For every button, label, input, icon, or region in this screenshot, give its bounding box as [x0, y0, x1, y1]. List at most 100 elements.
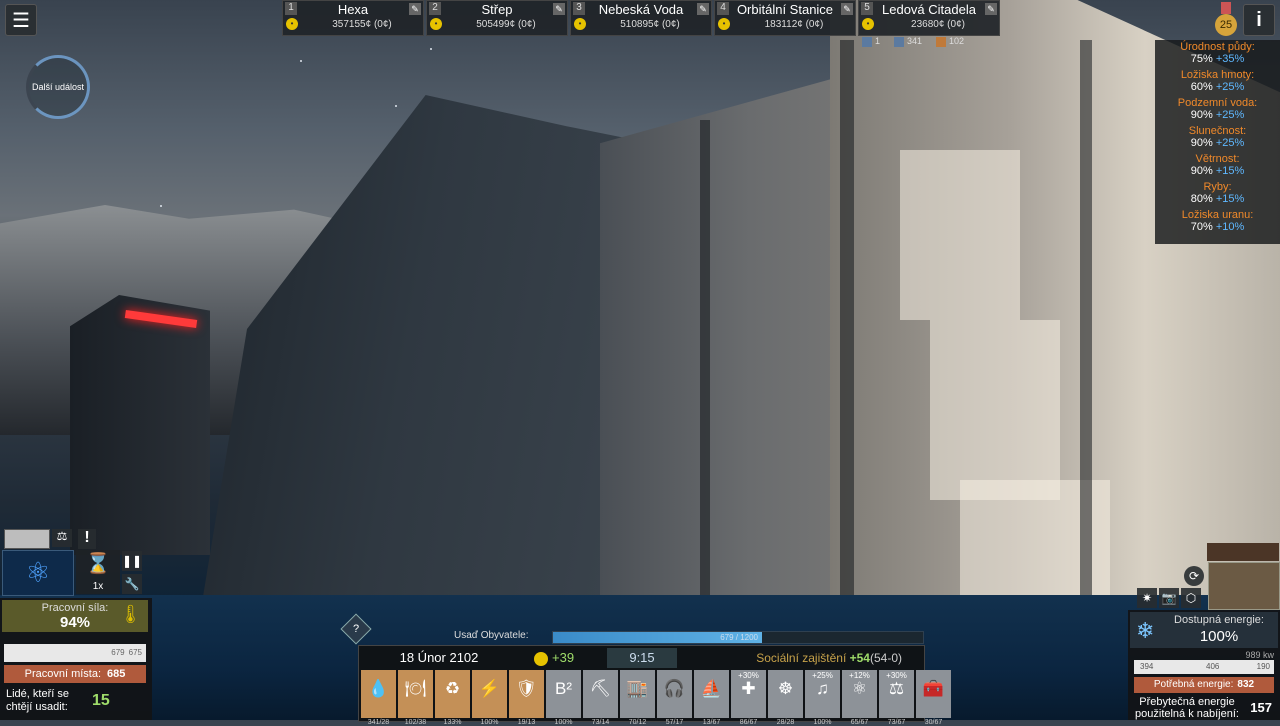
service-slot[interactable]: ♻ 133%	[435, 670, 470, 726]
game-speed-button[interactable]: ⌛ 1x	[76, 550, 120, 594]
science-atom-icon: ⚛	[851, 679, 868, 698]
research-atom-icon[interactable]: ⚛	[2, 550, 74, 596]
wrench-icon[interactable]: 🔧	[122, 574, 142, 594]
happiness-value: +39	[552, 650, 575, 665]
resource-name: Ložiska uranu:	[1181, 209, 1254, 221]
wall-beam	[840, 40, 854, 600]
energy-available-box[interactable]: ❄ Dostupná energie: 100%	[1130, 612, 1278, 648]
slot-count: 65/67	[850, 719, 869, 726]
worker-bar: 679 675	[4, 644, 146, 662]
slot-count: 73/14	[591, 719, 610, 726]
newspaper-icon[interactable]	[4, 529, 50, 549]
colony-money: 505499¢ (0¢)	[476, 19, 536, 30]
colony-tab[interactable]: 4 Orbitální Stanice • 183112¢ (0¢) ✎	[714, 0, 856, 36]
jobs-row: Pracovní místa: 685	[4, 665, 146, 683]
justice-scale-icon: ⚖	[888, 679, 905, 698]
alerts-strip[interactable]	[1207, 543, 1279, 561]
resource-value: 75%	[1190, 53, 1213, 65]
colony-number: 1	[285, 2, 297, 15]
service-slot[interactable]: +12% ⚛ 65/67	[842, 670, 877, 726]
next-event-timer[interactable]: Další událost	[26, 55, 90, 119]
pause-icon[interactable]: ❚❚	[122, 551, 142, 571]
headphones-icon: 🎧	[663, 679, 686, 698]
menu-icon[interactable]: ☰	[5, 4, 37, 36]
scale-icon[interactable]: ⚖	[52, 529, 72, 547]
service-slot[interactable]: 🧰 30/67	[916, 670, 951, 726]
ship-count: 1	[862, 36, 880, 47]
resource-value: 60%	[1190, 81, 1213, 93]
service-slot[interactable]: ⛵ 13/67	[694, 670, 729, 726]
service-slot[interactable]: 💧 341/28	[361, 670, 396, 726]
resource-row: Slunečnost: 90% +25%	[1155, 124, 1280, 152]
dam-wall-left[interactable]	[200, 95, 670, 615]
wall-panel-lit	[900, 150, 1020, 320]
question-icon: ?	[352, 623, 360, 635]
game-viewport[interactable]	[0, 0, 1280, 720]
service-slot[interactable]: +30% ✚ 86/67	[731, 670, 766, 726]
edit-icon[interactable]: ✎	[697, 3, 709, 15]
edit-icon[interactable]: ✎	[409, 3, 421, 15]
storage-icon[interactable]	[1208, 562, 1280, 610]
resource-row: Úrodnost půdy: 75% +35%	[1155, 40, 1280, 68]
service-slot[interactable]: B² 100%	[546, 670, 581, 726]
social-security[interactable]: Sociální zajištění +54(54-0)	[756, 648, 902, 668]
steering-wheel-icon: ☸	[777, 679, 794, 698]
edit-icon[interactable]: ✎	[553, 3, 565, 15]
level-medal[interactable]: 25	[1214, 2, 1238, 36]
service-slot[interactable]: ⛏ 73/14	[583, 670, 618, 726]
service-slot[interactable]: 🛡 19/13	[509, 670, 544, 726]
smiley-icon: •	[286, 18, 298, 30]
slot-count: 102/38	[404, 719, 427, 726]
slot-count: 100%	[480, 719, 499, 726]
health-cross-icon: ✚	[741, 679, 756, 698]
colony-tab-active[interactable]: 5 Ledová Citadela • 23680¢ (0¢) ✎	[858, 0, 1000, 36]
movers-label: Lidé, kteří se chtějí usadit:	[6, 688, 69, 713]
resource-name: Podzemní voda:	[1177, 97, 1258, 109]
movers-value: 15	[92, 692, 110, 709]
thermometer-icon: 🌡	[119, 604, 142, 624]
colony-tab[interactable]: 3 Nebeská Voda • 510895¢ (0¢) ✎	[570, 0, 712, 36]
workforce-panel: Pracovní síla: 94% 🌡 679 675 Pracovní mís…	[0, 598, 152, 720]
security-shield-icon: 🛡	[515, 679, 538, 698]
cube-icon[interactable]: ⬡	[1181, 588, 1201, 608]
resource-bonus: +15%	[1215, 193, 1245, 205]
resource-bonus: +25%	[1215, 81, 1245, 93]
settle-progress-bar[interactable]: 679 / 1200	[552, 631, 924, 644]
edit-icon[interactable]: ✎	[985, 3, 997, 15]
shop-icon: 🏬	[626, 679, 649, 698]
service-slot[interactable]: 🎧 57/17	[657, 670, 692, 726]
info-button[interactable]: i	[1243, 4, 1275, 36]
slot-count: 19/13	[517, 719, 536, 726]
refresh-icon[interactable]: ⟳	[1184, 566, 1204, 586]
colony-name: Hexa	[337, 2, 369, 17]
resource-bonus: +35%	[1215, 53, 1245, 65]
slot-count: 133%	[443, 719, 462, 726]
worker-count-b: 675	[128, 648, 142, 657]
service-slot[interactable]: +25% ♫ 100%	[805, 670, 840, 726]
tower-structure[interactable]	[70, 295, 210, 555]
colony-tab[interactable]: 1 Hexa • 357155¢ (0¢) ✎	[282, 0, 424, 36]
slot-count: 100%	[813, 719, 832, 726]
edit-icon[interactable]: ✎	[841, 3, 853, 15]
wall-panel-lit	[930, 320, 1060, 500]
happiness[interactable]: +39	[524, 648, 604, 668]
service-slot[interactable]: 🍽 102/38	[398, 670, 433, 726]
energy-surplus-value: 157	[1250, 700, 1272, 715]
workforce-box[interactable]: Pracovní síla: 94% 🌡	[2, 600, 148, 632]
service-slot[interactable]: ☸ 28/28	[768, 670, 803, 726]
game-date: 18 Únor 2102	[399, 650, 479, 665]
service-slots: 💧 341/28 🍽 102/38 ♻ 133% ⚡ 100% 🛡 19/13 B² 100% ⛏ 73/…	[361, 670, 951, 726]
wall-beam	[700, 120, 710, 600]
smiley-icon: •	[718, 18, 730, 30]
colony-number: 4	[717, 2, 729, 15]
sun-icon[interactable]: ✷	[1137, 588, 1157, 608]
service-slot[interactable]: 🏬 70/12	[620, 670, 655, 726]
camera-icon[interactable]: 📷	[1159, 588, 1179, 608]
energy-surplus-label: Přebytečná energie použitelná k nabíjení…	[1135, 696, 1239, 720]
service-slot[interactable]: ⚡ 100%	[472, 670, 507, 726]
colony-tab[interactable]: 2 Střep • 505499¢ (0¢) ✎	[426, 0, 568, 36]
view-tools: ✷ 📷 ⬡	[1137, 588, 1201, 608]
social-label: Sociální zajištění	[756, 651, 847, 665]
service-slot[interactable]: +30% ⚖ 73/67	[879, 670, 914, 726]
alert-icon[interactable]: !	[78, 529, 96, 549]
